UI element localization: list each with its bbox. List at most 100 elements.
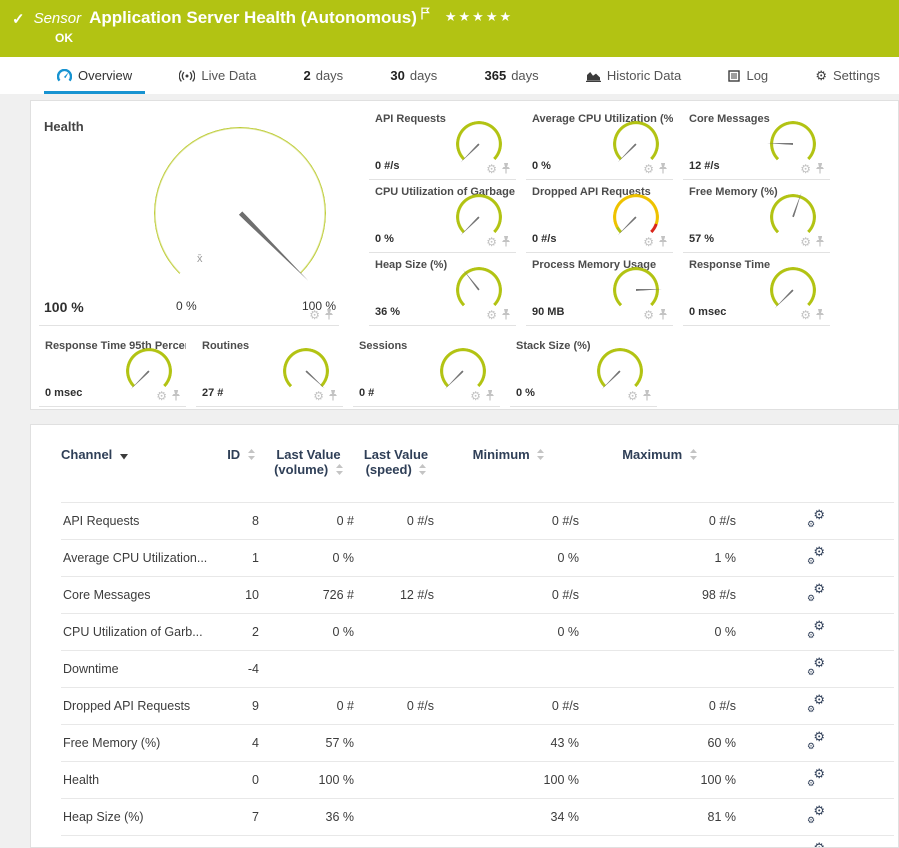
pin-icon[interactable]: [658, 236, 668, 247]
channel-name-cell[interactable]: Heap Size (%): [61, 799, 221, 836]
channel-settings-icon[interactable]: ⚙⚙: [807, 697, 825, 712]
table-row-free-memory[interactable]: Free Memory (%) 4 57 % 43 % 60 % ⚙⚙: [61, 725, 894, 762]
tab-live-data[interactable]: Live Data: [166, 57, 269, 94]
column-header-id[interactable]: ID: [221, 447, 261, 503]
gear-icon[interactable]: ⚙: [309, 310, 320, 320]
channel-name-cell[interactable]: Free Memory (%): [61, 725, 221, 762]
tab-days[interactable]: 2 days: [290, 57, 356, 94]
tab-days[interactable]: 365 days: [472, 57, 552, 94]
gear-icon[interactable]: ⚙: [800, 237, 811, 247]
live-data-icon: [179, 70, 195, 82]
channel-id-cell: 10: [221, 577, 261, 614]
table-row-heap-size[interactable]: Heap Size (%) 7 36 % 34 % 81 % ⚙⚙: [61, 799, 894, 836]
pin-icon[interactable]: [501, 163, 511, 174]
log-icon: [728, 70, 740, 82]
table-row-api-requests[interactable]: API Requests 8 0 # 0 #/s 0 #/s 0 #/s ⚙⚙: [61, 503, 894, 540]
gauge-cell-dropped-api-requests[interactable]: Dropped API Requests 0 #/s ⚙: [526, 180, 673, 253]
minimum-cell: 0 %: [436, 614, 581, 651]
gear-icon[interactable]: ⚙: [643, 237, 654, 247]
gear-icon[interactable]: ⚙: [486, 164, 497, 174]
pin-icon[interactable]: [658, 163, 668, 174]
pin-icon[interactable]: [658, 309, 668, 320]
gauge-cell-response-time-95th-percentile[interactable]: Response Time 95th Percentile 0 msec ⚙: [39, 334, 186, 407]
gauge-cell-core-messages[interactable]: Core Messages 12 #/s ⚙: [683, 107, 830, 180]
gauge-cell-sessions[interactable]: Sessions 0 # ⚙: [353, 334, 500, 407]
channel-name-cell[interactable]: Process Memory Usage: [61, 836, 221, 848]
gear-icon[interactable]: ⚙: [486, 237, 497, 247]
gauge-cell-cpu-utilization-of-garbage-c[interactable]: CPU Utilization of Garbage C... 0 % ⚙: [369, 180, 516, 253]
health-gauge-cell[interactable]: Health 0 % 100 % x̄ 100 % ⚙: [39, 107, 339, 326]
table-row-process-memory-usage[interactable]: Process Memory Usage 5 90 MB 87 MB 113 M…: [61, 836, 894, 848]
column-header-last-value-volume[interactable]: Last Value (volume): [261, 447, 356, 503]
pin-icon[interactable]: [815, 309, 825, 320]
gear-icon[interactable]: ⚙: [627, 391, 638, 401]
pin-icon[interactable]: [501, 309, 511, 320]
gauge-cell-heap-size[interactable]: Heap Size (%) 36 % ⚙: [369, 253, 516, 326]
channel-name-cell[interactable]: API Requests: [61, 503, 221, 540]
channel-settings-icon[interactable]: ⚙⚙: [807, 586, 825, 601]
mini-gauge: [126, 348, 172, 394]
priority-stars[interactable]: ★★★★★: [445, 9, 513, 25]
column-header-last-value-speed[interactable]: Last Value (speed): [356, 447, 436, 503]
channel-settings-icon[interactable]: ⚙⚙: [807, 512, 825, 527]
pin-icon[interactable]: [501, 236, 511, 247]
gear-icon[interactable]: ⚙: [643, 310, 654, 320]
gear-icon[interactable]: ⚙: [313, 391, 324, 401]
pin-icon[interactable]: [815, 163, 825, 174]
channel-name-cell[interactable]: Health: [61, 762, 221, 799]
gauge-cell-free-memory[interactable]: Free Memory (%) 57 % ⚙: [683, 180, 830, 253]
gauge-cell-process-memory-usage[interactable]: Process Memory Usage 90 MB ⚙: [526, 253, 673, 326]
tab-log[interactable]: Log: [715, 57, 781, 94]
gauge-cell-stack-size[interactable]: Stack Size (%) 0 % ⚙: [510, 334, 657, 407]
channel-name-cell[interactable]: CPU Utilization of Garb...: [61, 614, 221, 651]
gauge-cell-api-requests[interactable]: API Requests 0 #/s ⚙: [369, 107, 516, 180]
tab-historic-data[interactable]: Historic Data: [573, 57, 694, 94]
gear-icon[interactable]: ⚙: [156, 391, 167, 401]
sort-icon: [248, 448, 255, 463]
channel-settings-icon[interactable]: ⚙⚙: [807, 660, 825, 675]
mini-gauge: [770, 194, 816, 240]
column-header-channel[interactable]: Channel: [61, 447, 221, 503]
gauge-arc: [770, 121, 816, 167]
pin-icon[interactable]: [324, 309, 334, 320]
maximum-cell: 0 %: [581, 614, 738, 651]
table-row-average-cpu-utilization[interactable]: Average CPU Utilization... 1 0 % 0 % 1 %…: [61, 540, 894, 577]
channel-settings-icon[interactable]: ⚙⚙: [807, 808, 825, 823]
tab-days[interactable]: 30 days: [377, 57, 450, 94]
table-row-dropped-api-requests[interactable]: Dropped API Requests 9 0 # 0 #/s 0 #/s 0…: [61, 688, 894, 725]
gear-icon[interactable]: ⚙: [486, 310, 497, 320]
mini-gauge: [613, 267, 659, 313]
channel-name-cell[interactable]: Core Messages: [61, 577, 221, 614]
channel-id-cell: 1: [221, 540, 261, 577]
channel-id-cell: 9: [221, 688, 261, 725]
pin-icon[interactable]: [171, 390, 181, 401]
table-row-core-messages[interactable]: Core Messages 10 726 # 12 #/s 0 #/s 98 #…: [61, 577, 894, 614]
last-value-speed-cell: [356, 614, 436, 651]
gear-icon[interactable]: ⚙: [643, 164, 654, 174]
channel-settings-icon[interactable]: ⚙⚙: [807, 771, 825, 786]
gear-icon[interactable]: ⚙: [800, 164, 811, 174]
channel-name-cell[interactable]: Average CPU Utilization...: [61, 540, 221, 577]
tab-overview[interactable]: Overview: [44, 57, 145, 94]
channel-settings-icon[interactable]: ⚙⚙: [807, 549, 825, 564]
pin-icon[interactable]: [815, 236, 825, 247]
tab-settings[interactable]: ⚙ Settings: [802, 57, 893, 94]
gauge-cell-response-time[interactable]: Response Time 0 msec ⚙: [683, 253, 830, 326]
pin-icon[interactable]: [485, 390, 495, 401]
column-header-maximum[interactable]: Maximum: [581, 447, 738, 503]
pin-icon[interactable]: [328, 390, 338, 401]
channel-settings-icon[interactable]: ⚙⚙: [807, 734, 825, 749]
gear-icon[interactable]: ⚙: [470, 391, 481, 401]
channel-name-cell[interactable]: Dropped API Requests: [61, 688, 221, 725]
table-row-cpu-utilization-of-garb[interactable]: CPU Utilization of Garb... 2 0 % 0 % 0 %…: [61, 614, 894, 651]
table-row-downtime[interactable]: Downtime -4 ⚙⚙: [61, 651, 894, 688]
table-row-health[interactable]: Health 0 100 % 100 % 100 % ⚙⚙: [61, 762, 894, 799]
gauge-cell-average-cpu-utilization[interactable]: Average CPU Utilization (%) 0 % ⚙: [526, 107, 673, 180]
column-header-minimum[interactable]: Minimum: [436, 447, 581, 503]
channel-settings-icon[interactable]: ⚙⚙: [807, 623, 825, 638]
gear-icon[interactable]: ⚙: [800, 310, 811, 320]
gauge-cell-routines[interactable]: Routines 27 # ⚙: [196, 334, 343, 407]
flag-icon[interactable]: [420, 7, 431, 20]
channel-name-cell[interactable]: Downtime: [61, 651, 221, 688]
pin-icon[interactable]: [642, 390, 652, 401]
